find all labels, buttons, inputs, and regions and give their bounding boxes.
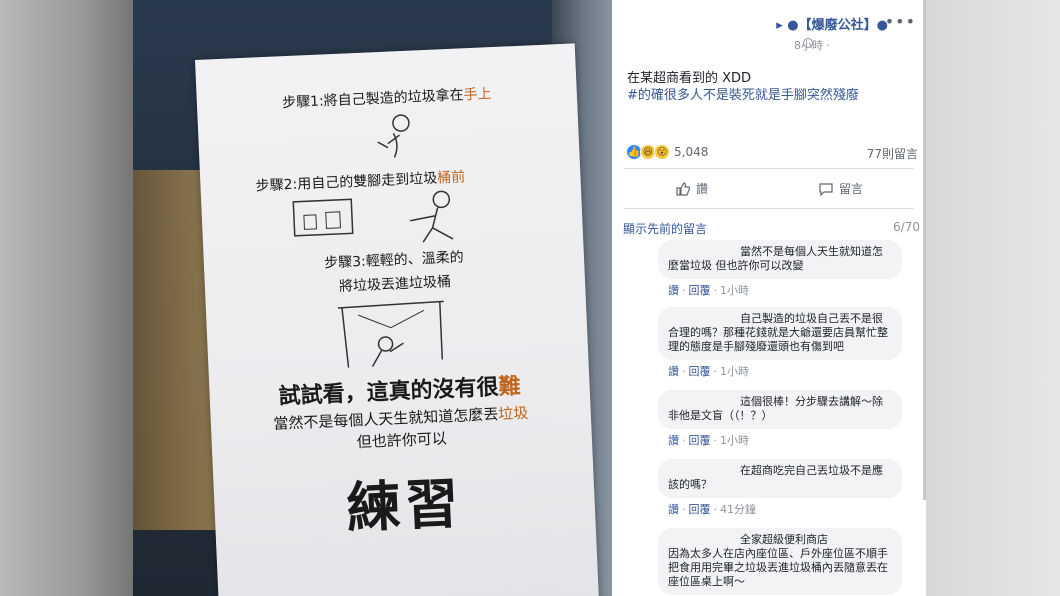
- comment-item: 這個很棒！分步驟去講解～除非他是文盲（（！？） 讚 · 回覆 · 1小時: [658, 390, 902, 448]
- divider: [624, 168, 914, 169]
- blurred-background-left: [0, 0, 133, 596]
- view-previous-comments-link[interactable]: 顯示先前的留言: [623, 220, 707, 237]
- comment-bubble: 這個很棒！分步驟去講解～除非他是文盲（（！？）: [658, 390, 902, 429]
- throwing-trash-sketch: [337, 300, 444, 368]
- comment-reply-link[interactable]: 回覆: [689, 503, 711, 516]
- instruction-sign: 步驟1:將自己製造的垃圾拿在手上 步驟2:用自己的雙腳走到垃圾桶前 步驟3:輕輕…: [195, 43, 600, 596]
- reaction-count: 5,048: [674, 145, 709, 159]
- comment-actions: 讚 · 回覆 · 41分鐘: [668, 503, 756, 516]
- comment-like-link[interactable]: 讚: [668, 284, 679, 297]
- redacted-name: [668, 314, 736, 324]
- comment-bubble: 當然不是每個人天生就知道怎麼當垃圾 但也許你可以改變: [658, 240, 902, 279]
- comment-item: 當然不是每個人天生就知道怎麼當垃圾 但也許你可以改變 讚 · 回覆 · 1小時: [658, 240, 902, 298]
- more-options-icon[interactable]: •••: [885, 12, 916, 31]
- like-button[interactable]: 讚: [676, 180, 708, 197]
- action-bar: 讚 留言: [612, 172, 926, 204]
- like-label: 讚: [696, 182, 709, 196]
- comment-like-link[interactable]: 讚: [668, 503, 679, 516]
- comment-reply-link[interactable]: 回覆: [689, 365, 711, 378]
- comment-reply-link[interactable]: 回覆: [689, 434, 711, 447]
- comment-bubble: 自己製造的垃圾自己丟不是很合理的嗎？那種花錢就是大爺還要店員幫忙整理的態度是手腳…: [658, 307, 902, 360]
- sign-step1: 步驟1:將自己製造的垃圾拿在手上: [281, 86, 492, 112]
- comment-actions: 讚 · 回覆 · 1小時: [668, 365, 749, 378]
- page-name-link[interactable]: ▸ ●【爆廢公社】●: [776, 14, 888, 33]
- thumbs-up-icon: [676, 181, 690, 196]
- comment-item: 自己製造的垃圾自己丟不是很合理的嗎？那種花錢就是大爺還要店員幫忙整理的態度是手腳…: [658, 307, 902, 379]
- comment-icon: [819, 182, 833, 196]
- comment-page-indicator: 6/70: [893, 220, 920, 234]
- redacted-name: [668, 535, 736, 545]
- comment-time[interactable]: 1小時: [720, 365, 749, 378]
- redacted-name: [668, 247, 736, 257]
- comment-bubble: 在超商吃完自己丟垃圾不是應該的嗎？: [658, 459, 902, 498]
- post-header: ▸ ●【爆廢公社】● 8小時 · •••: [612, 0, 926, 60]
- caption-line: 在某超商看到的 XDD: [627, 71, 752, 86]
- comment-bubble: 全家超級便利商店 因為太多人在店內座位區、戶外座位區不順手把食用用完畢之垃圾丟進…: [658, 528, 902, 595]
- sign-practice: 練習: [345, 470, 464, 540]
- comment-count-link[interactable]: 77則留言: [867, 145, 918, 162]
- divider: [624, 208, 914, 209]
- hashtag-link[interactable]: #的確很多人不是裝死就是手腳突然殘廢: [627, 87, 859, 104]
- comment-item: 在超商吃完自己丟垃圾不是應該的嗎？ 讚 · 回覆 · 41分鐘: [658, 459, 902, 517]
- comment-like-link[interactable]: 讚: [668, 434, 679, 447]
- comment-label: 留言: [839, 182, 864, 196]
- comment-time[interactable]: 1小時: [720, 434, 749, 447]
- comment-text: 因為太多人在店內座位區、戶外座位區不順手把食用用完畢之垃圾丟進垃圾桶內丟隨意丟在…: [668, 547, 888, 588]
- wow-reaction-icon: 😮: [654, 144, 670, 160]
- scrollbar[interactable]: [923, 0, 926, 500]
- post-side-panel: ▸ ●【爆廢公社】● 8小時 · ••• 在某超商看到的 XDD #的確很多人不…: [612, 0, 926, 596]
- post-photo[interactable]: 步驟1:將自己製造的垃圾拿在手上 步驟2:用自己的雙腳走到垃圾桶前 步驟3:輕輕…: [133, 0, 612, 596]
- comment-item: 全家超級便利商店 因為太多人在店內座位區、戶外座位區不順手把食用用完畢之垃圾丟進…: [658, 528, 902, 595]
- comment-time[interactable]: 1小時: [720, 284, 749, 297]
- comment-reply-link[interactable]: 回覆: [689, 284, 711, 297]
- post-caption: 在某超商看到的 XDD #的確很多人不是裝死就是手腳突然殘廢: [627, 70, 859, 104]
- reaction-summary[interactable]: 👍 😆 😮 5,048: [626, 143, 708, 161]
- globe-icon: [803, 38, 813, 48]
- redacted-name: [668, 397, 736, 407]
- redacted-name: [668, 466, 736, 476]
- comment-button[interactable]: 留言: [819, 180, 863, 197]
- walking-to-bin-sketch: [292, 190, 454, 243]
- comment-actions: 讚 · 回覆 · 1小時: [668, 434, 749, 447]
- comment-like-link[interactable]: 讚: [668, 365, 679, 378]
- blurred-background-right: [926, 0, 1060, 596]
- comment-author-page[interactable]: 全家超級便利商店: [740, 533, 828, 546]
- person-holding-trash-sketch: [377, 114, 410, 158]
- comment-actions: 讚 · 回覆 · 1小時: [668, 284, 749, 297]
- comment-time[interactable]: 41分鐘: [720, 503, 756, 516]
